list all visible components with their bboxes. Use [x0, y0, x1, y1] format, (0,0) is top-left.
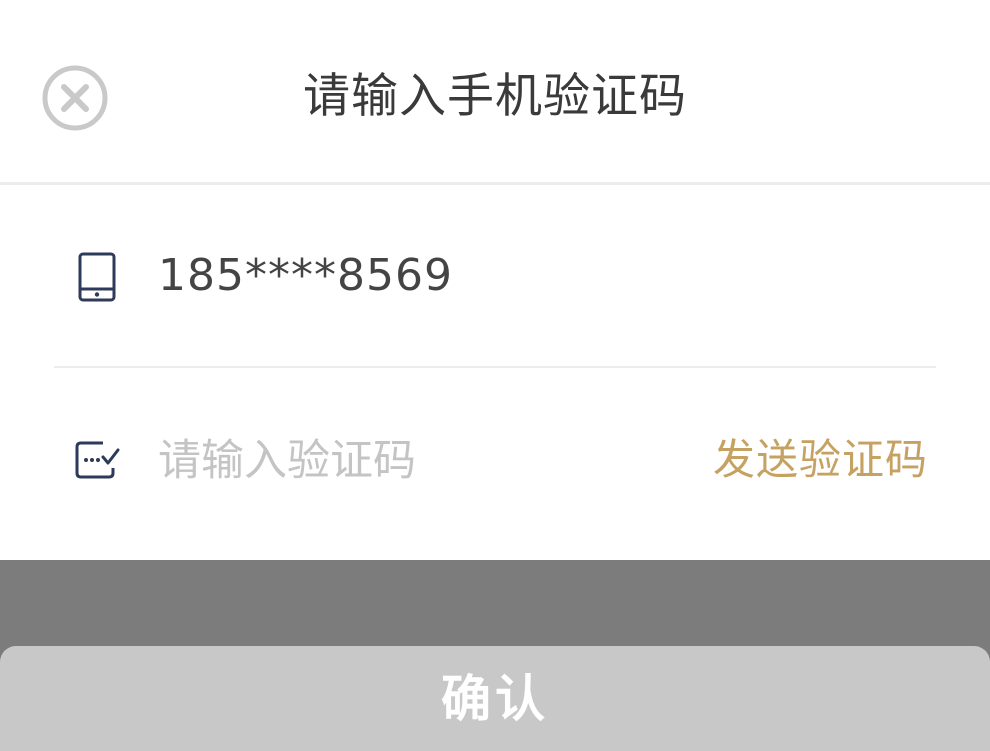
phone-row: 185****8569: [0, 185, 990, 367]
verification-code-input[interactable]: [158, 428, 658, 494]
dialog-title: 请输入手机验证码: [303, 69, 687, 124]
send-code-button[interactable]: 发送验证码: [713, 427, 928, 493]
confirm-button[interactable]: 确认: [0, 646, 990, 751]
mobile-phone-icon: [75, 251, 119, 303]
phone-number: 185****8569: [158, 250, 453, 301]
dialog-header: 请输入手机验证码: [0, 0, 990, 182]
verification-row: 发送验证码: [0, 368, 990, 560]
code-message-icon: [73, 438, 121, 482]
confirm-label: 确认: [441, 670, 549, 728]
